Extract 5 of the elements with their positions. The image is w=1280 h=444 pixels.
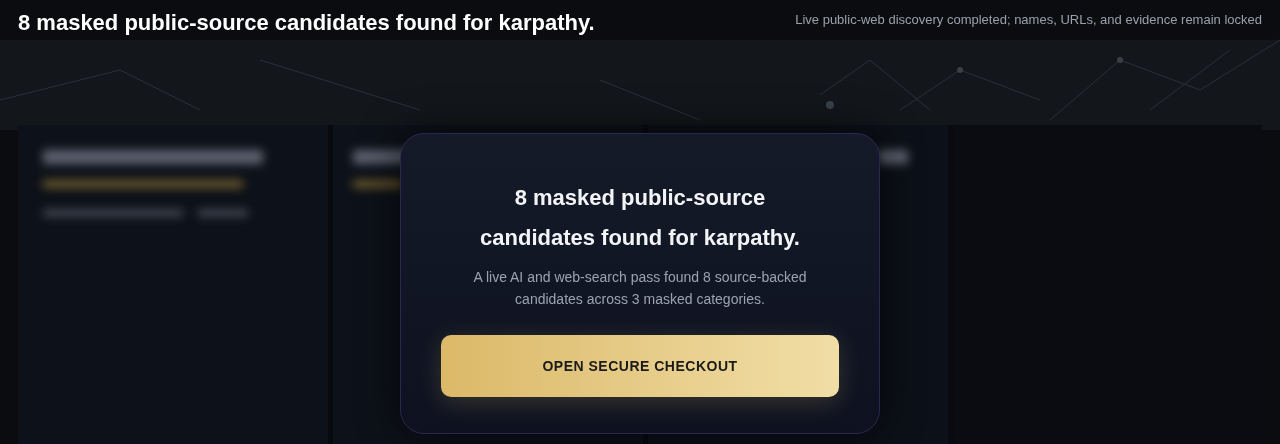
page-title: 8 masked public-source candidates found for karpathy. (18, 9, 595, 37)
dialog-title: 8 masked public-source candidates found for karpathy. (479, 184, 801, 252)
dialog-description: A live AI and web-search pass found 8 source-backed candidates across 3 masked categories. (472, 268, 808, 309)
status-text: Live public-web discovery completed; names, URLs, and evidence remain locked (795, 11, 1262, 29)
checkout-button[interactable]: OPEN SECURE CHECKOUT (441, 335, 839, 397)
